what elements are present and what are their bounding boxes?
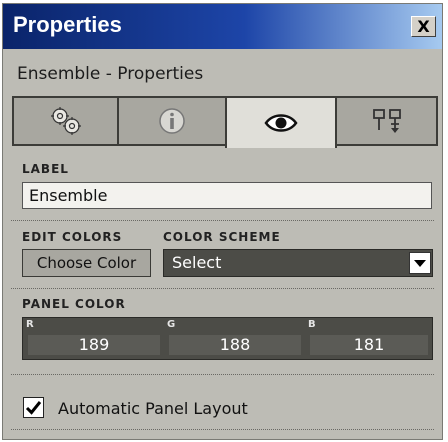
panel-color-fields: R 189 G 188 B 181 <box>22 317 433 360</box>
title-bar[interactable]: Properties X <box>3 4 442 49</box>
green-channel: G 188 <box>164 318 305 359</box>
divider <box>11 429 434 430</box>
blue-channel-label: B <box>308 319 316 330</box>
edit-colors-heading: EDIT COLORS <box>22 230 123 244</box>
panel-color-heading: PANEL COLOR <box>22 297 126 311</box>
red-channel: R 189 <box>23 318 164 359</box>
green-channel-label: G <box>167 319 176 330</box>
blue-value-field[interactable]: 181 <box>310 335 428 355</box>
tab-info[interactable] <box>117 96 227 146</box>
label-heading: LABEL <box>22 162 69 176</box>
tab-bar <box>12 96 438 148</box>
green-value-field[interactable]: 188 <box>169 335 301 355</box>
color-scheme-value: Select <box>172 253 222 272</box>
tab-functions[interactable] <box>12 96 119 146</box>
auto-layout-checkbox[interactable] <box>23 397 44 418</box>
divider <box>11 220 434 221</box>
eye-icon <box>264 114 298 132</box>
panel-subtitle: Ensemble - Properties <box>17 64 204 84</box>
label-input[interactable] <box>22 182 432 209</box>
tab-view[interactable] <box>225 96 337 148</box>
divider <box>11 288 434 289</box>
red-channel-label: R <box>26 319 34 330</box>
blue-channel: B 181 <box>305 318 432 359</box>
properties-window: Properties X Ensemble - Properties LABEL… <box>2 3 443 440</box>
checkmark-icon <box>25 401 42 415</box>
close-button[interactable]: X <box>411 16 436 37</box>
tab-structure[interactable] <box>335 96 438 146</box>
red-value-field[interactable]: 189 <box>28 335 160 355</box>
dropdown-arrow-icon[interactable] <box>409 252 431 274</box>
window-title: Properties <box>13 12 122 37</box>
color-scheme-select[interactable]: Select <box>163 249 433 277</box>
choose-color-button[interactable]: Choose Color <box>22 249 151 277</box>
auto-layout-label: Automatic Panel Layout <box>58 399 248 418</box>
color-scheme-heading: COLOR SCHEME <box>163 230 281 244</box>
divider <box>11 374 434 375</box>
info-icon <box>159 108 185 134</box>
panel-layout-icon <box>372 109 401 133</box>
gears-icon <box>50 107 81 135</box>
